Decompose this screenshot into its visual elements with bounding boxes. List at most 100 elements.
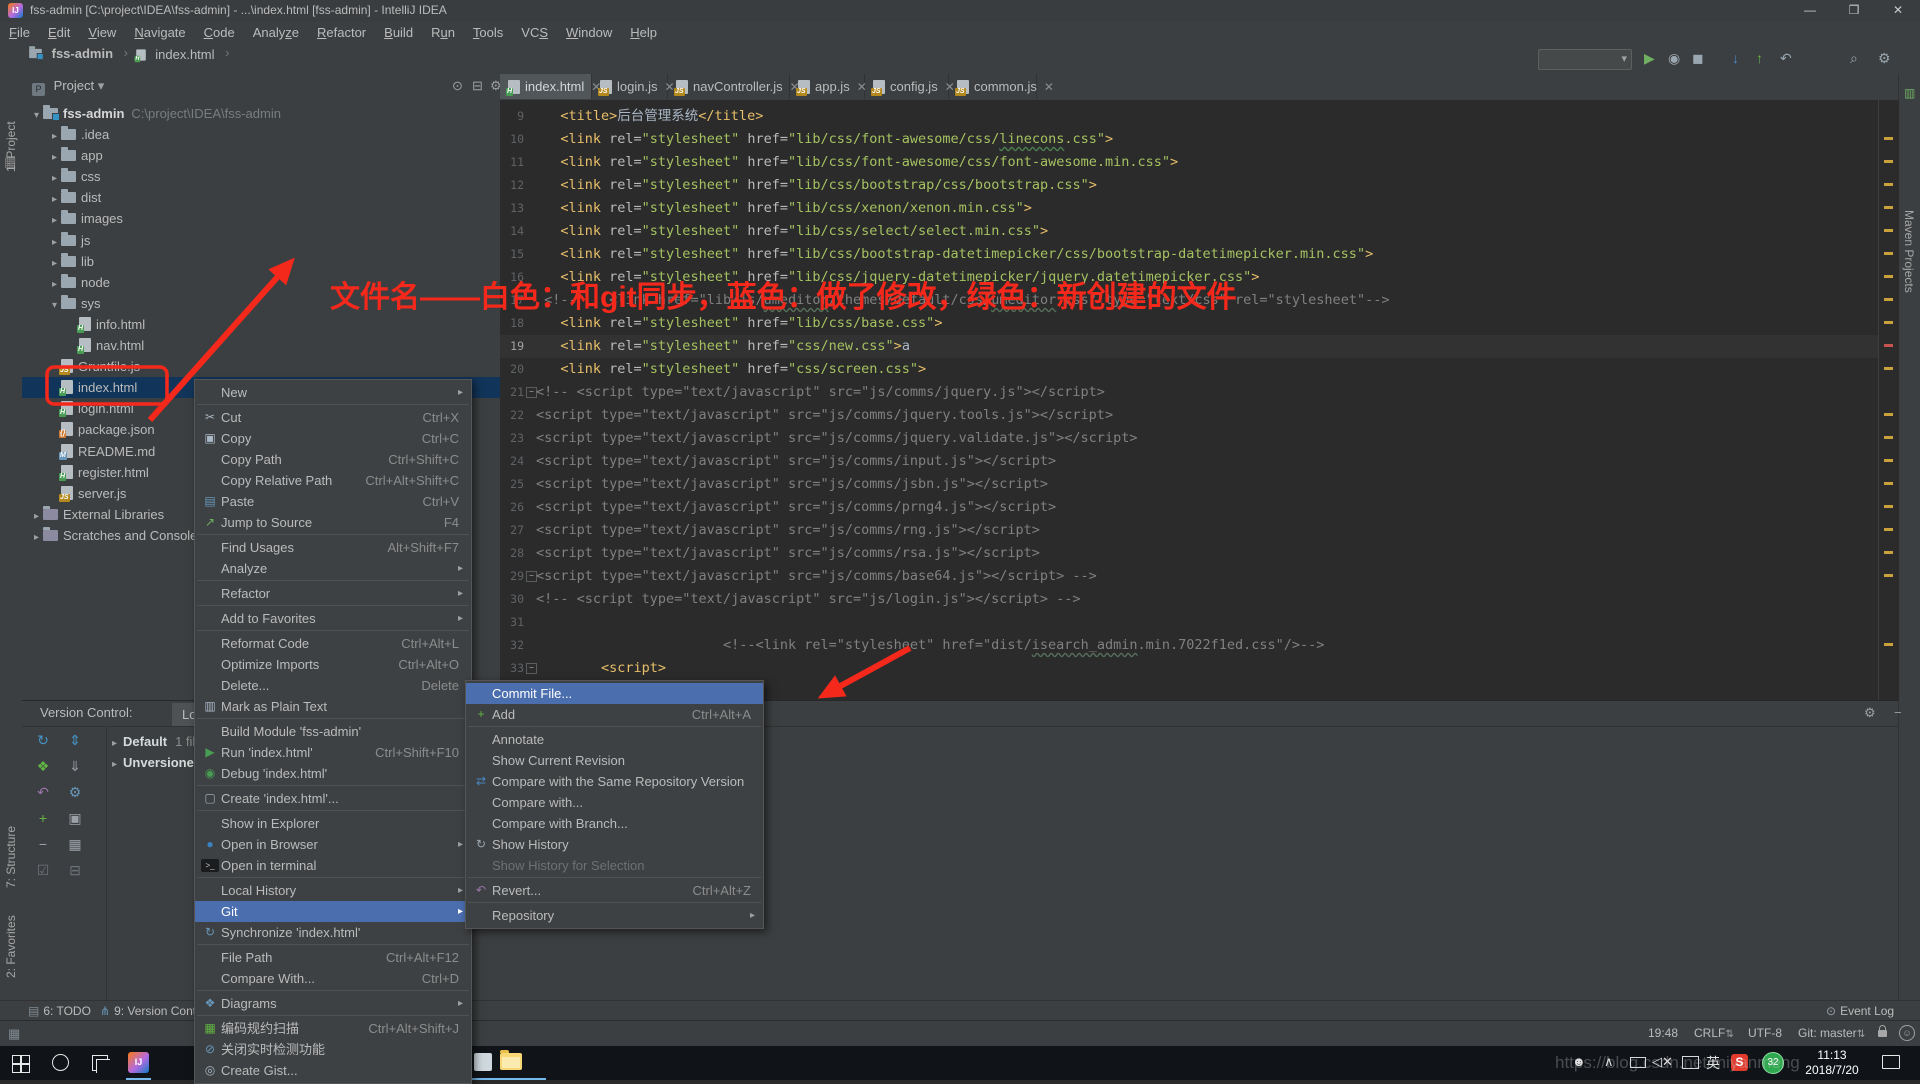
tool-stripe-project[interactable]: 1: Project: [4, 121, 18, 172]
menu-item-编码规约扫描[interactable]: ▦编码规约扫描Ctrl+Alt+Shift+J: [195, 1018, 471, 1039]
error-stripe-mark-error[interactable]: [1884, 344, 1893, 347]
menu-item-git[interactable]: Git▸: [195, 901, 471, 922]
vcs-commit-icon[interactable]: ↑: [1756, 50, 1763, 66]
menu-item-cut[interactable]: ✂CutCtrl+X: [195, 407, 471, 428]
error-stripe-mark-warning[interactable]: [1884, 574, 1893, 577]
event-log-button[interactable]: ⊙Event Log: [1826, 1001, 1894, 1021]
menu-item-show-in-explorer[interactable]: Show in Explorer: [195, 813, 471, 834]
search-icon[interactable]: ⌕: [1850, 50, 1858, 66]
error-stripe-mark-warning[interactable]: [1884, 436, 1893, 439]
code-line-10[interactable]: 10 <link rel="stylesheet" href="lib/css/…: [500, 128, 1878, 151]
tool-window-toggle-icon[interactable]: ▦: [8, 1026, 20, 1042]
menu-item-copy[interactable]: ▣CopyCtrl+C: [195, 428, 471, 449]
tree-item-.idea[interactable]: ▸.idea: [22, 124, 500, 145]
tree-item-css[interactable]: ▸css: [22, 166, 500, 187]
error-stripe-mark-warning[interactable]: [1884, 459, 1893, 462]
tree-item-lib[interactable]: ▸lib: [22, 251, 500, 272]
collapse-all-icon[interactable]: ⇓: [62, 758, 88, 775]
chevron-right-icon[interactable]: ▸: [48, 232, 61, 253]
menubar-item-vcs[interactable]: VCS: [512, 22, 557, 43]
code-line-26[interactable]: 26<script type="text/javascript" src="js…: [500, 496, 1878, 519]
taskbar-intellij-icon[interactable]: IJ: [128, 1052, 149, 1073]
editor-tab-config.js[interactable]: JSconfig.js✕: [865, 74, 949, 99]
tool-stripe-favorites[interactable]: 2: Favorites: [4, 915, 18, 978]
code-line-31[interactable]: 31: [500, 611, 1878, 634]
code-line-19[interactable]: 19 <link rel="stylesheet" href="css/new.…: [500, 335, 1878, 358]
chevron-right-icon[interactable]: ▸: [48, 126, 61, 147]
code-line-20[interactable]: 20 <link rel="stylesheet" href="css/scre…: [500, 358, 1878, 381]
project-tab[interactable]: P Project ▾: [32, 78, 104, 96]
maximize-button[interactable]: ❒: [1832, 0, 1876, 22]
menu-item-show-history-for-selection[interactable]: Show History for Selection: [466, 855, 763, 876]
menubar-item-file[interactable]: File: [0, 22, 39, 43]
line-separator-widget[interactable]: CRLF⇅: [1694, 1026, 1734, 1040]
group-by-icon[interactable]: ⊟: [62, 862, 88, 879]
menu-item-show-history[interactable]: ↻Show History: [466, 834, 763, 855]
tree-item-fss-admin[interactable]: ▾fss-adminC:\project\IDEA\fss-admin: [22, 103, 500, 124]
tool-stripe-maven[interactable]: Maven Projects: [1902, 210, 1916, 293]
vcs-update-icon[interactable]: ↓: [1732, 50, 1739, 66]
menubar-item-analyze[interactable]: Analyze: [244, 22, 308, 43]
revert-icon[interactable]: ↶: [30, 784, 56, 801]
menu-item-refactor[interactable]: Refactor▸: [195, 583, 471, 604]
menu-item-synchronize-index-html-[interactable]: ↻Synchronize 'index.html': [195, 922, 471, 943]
error-stripe-mark-warning[interactable]: [1884, 413, 1893, 416]
collapse-all-icon[interactable]: ⊟: [472, 78, 483, 94]
menubar-item-navigate[interactable]: Navigate: [125, 22, 194, 43]
run-config-dropdown[interactable]: ▾: [1538, 49, 1632, 70]
menu-item-optimize-imports[interactable]: Optimize ImportsCtrl+Alt+O: [195, 654, 471, 675]
code-line-24[interactable]: 24<script type="text/javascript" src="js…: [500, 450, 1878, 473]
error-stripe-mark-warning[interactable]: [1884, 505, 1893, 508]
code-line-15[interactable]: 15 <link rel="stylesheet" href="lib/css/…: [500, 243, 1878, 266]
error-stripe-mark-warning[interactable]: [1884, 183, 1893, 186]
menu-item-file-path[interactable]: File PathCtrl+Alt+F12: [195, 947, 471, 968]
menu-item-jump-to-source[interactable]: ↗Jump to SourceF4: [195, 512, 471, 533]
chevron-right-icon[interactable]: ▸: [48, 253, 61, 274]
error-stripe-mark-warning[interactable]: [1884, 229, 1893, 232]
editor-tab-login.js[interactable]: JSlogin.js✕: [592, 74, 668, 99]
editor-tab-index.html[interactable]: Hindex.html✕: [500, 74, 592, 99]
menu-item-mark-as-plain-text[interactable]: ▥Mark as Plain Text: [195, 696, 471, 717]
code-line-29[interactable]: 29−<script type="text/javascript" src="j…: [500, 565, 1878, 588]
menu-item-compare-with-branch-[interactable]: Compare with Branch...: [466, 813, 763, 834]
menu-item-关闭实时检测功能[interactable]: ⊘关闭实时检测功能: [195, 1039, 471, 1060]
menu-item-analyze[interactable]: Analyze▸: [195, 558, 471, 579]
error-stripe-mark-warning[interactable]: [1884, 551, 1893, 554]
run-button[interactable]: ▶: [1644, 50, 1655, 66]
menubar-item-build[interactable]: Build: [375, 22, 422, 43]
code-line-23[interactable]: 23<script type="text/javascript" src="js…: [500, 427, 1878, 450]
error-stripe-mark-warning[interactable]: [1884, 367, 1893, 370]
menu-item-create-index-html-[interactable]: ▢Create 'index.html'...: [195, 788, 471, 809]
settings-icon[interactable]: ⚙: [62, 784, 88, 801]
chevron-right-icon[interactable]: ▸: [48, 210, 61, 231]
menu-item-compare-with-[interactable]: Compare with...: [466, 792, 763, 813]
revert-icon[interactable]: ↶: [1780, 50, 1792, 66]
file-explorer-icon[interactable]: [500, 1053, 522, 1070]
menu-item-repository[interactable]: Repository▸: [466, 905, 763, 926]
menu-item-show-current-revision[interactable]: Show Current Revision: [466, 750, 763, 771]
encoding-widget[interactable]: UTF-8: [1748, 1026, 1782, 1040]
menu-item-copy-path[interactable]: Copy PathCtrl+Shift+C: [195, 449, 471, 470]
menu-item-reformat-code[interactable]: Reformat CodeCtrl+Alt+L: [195, 633, 471, 654]
code-line-21[interactable]: 21−<!-- <script type="text/javascript" s…: [500, 381, 1878, 404]
error-stripe-mark-warning[interactable]: [1884, 137, 1893, 140]
settings-icon[interactable]: ⚙: [1878, 50, 1891, 66]
menu-item-copy-relative-path[interactable]: Copy Relative PathCtrl+Alt+Shift+C: [195, 470, 471, 491]
menu-item-open-in-terminal[interactable]: >_Open in terminal: [195, 855, 471, 876]
menu-item-new[interactable]: New▸: [195, 382, 471, 403]
error-stripe-mark-warning[interactable]: [1884, 275, 1893, 278]
error-stripe-mark-warning[interactable]: [1884, 252, 1893, 255]
git-branch-widget[interactable]: Git: master⇅: [1798, 1026, 1865, 1040]
chevron-right-icon[interactable]: ▸: [30, 506, 43, 527]
error-stripe-mark-warning[interactable]: [1884, 206, 1893, 209]
menu-item-paste[interactable]: ▤PasteCtrl+V: [195, 491, 471, 512]
readonly-lock-icon[interactable]: [1878, 1030, 1887, 1037]
changelist-row-default[interactable]: ▸Default1 file: [112, 731, 203, 752]
code-line-33[interactable]: 33− <script>: [500, 657, 1878, 680]
code-line-13[interactable]: 13 <link rel="stylesheet" href="lib/css/…: [500, 197, 1878, 220]
breadcrumb-file[interactable]: H index.html: [135, 45, 215, 62]
code-line-11[interactable]: 11 <link rel="stylesheet" href="lib/css/…: [500, 151, 1878, 174]
chevron-down-icon[interactable]: ▾: [48, 295, 61, 316]
code-line-9[interactable]: 9 <title>后台管理系统</title>: [500, 105, 1878, 128]
error-stripe[interactable]: [1878, 100, 1899, 700]
